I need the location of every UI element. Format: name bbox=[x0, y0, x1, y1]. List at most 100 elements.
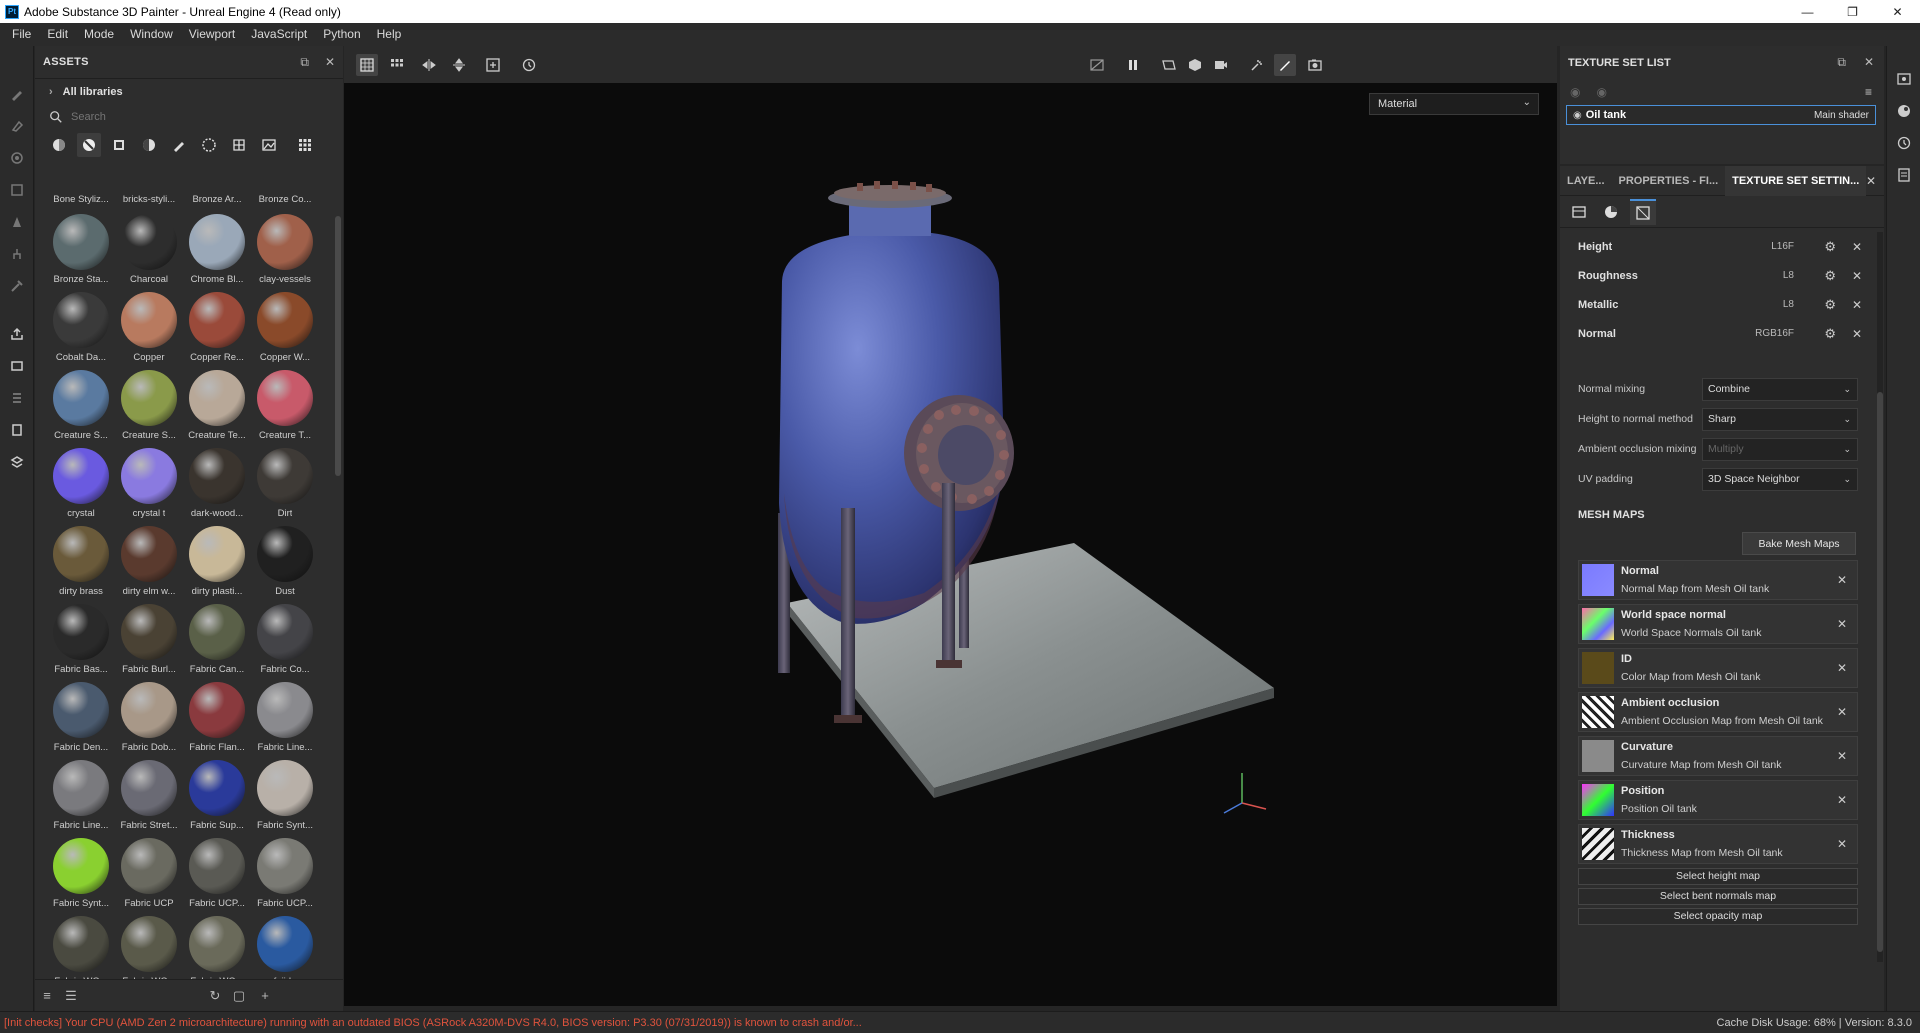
select-height-map-button[interactable]: Select height map bbox=[1578, 868, 1858, 885]
settings-scrollbar[interactable] bbox=[1877, 232, 1883, 962]
gear-icon[interactable]: ⚙ bbox=[1824, 268, 1836, 284]
select-bent-normals-map-button[interactable]: Select bent normals map bbox=[1578, 888, 1858, 905]
asset-item[interactable]: Fabric Sup... bbox=[183, 758, 251, 836]
asset-item[interactable]: Fabric Dob... bbox=[115, 680, 183, 758]
asset-item[interactable]: Fabric Burl... bbox=[115, 602, 183, 680]
asset-item[interactable]: Fabric UCP bbox=[115, 836, 183, 914]
minimize-button[interactable]: — bbox=[1785, 0, 1830, 23]
texture-set-settings-icon[interactable] bbox=[0, 446, 34, 478]
geometry-mask-tool-icon[interactable] bbox=[0, 174, 34, 206]
log-icon[interactable] bbox=[1887, 159, 1920, 191]
save-preset-icon[interactable]: ▢ bbox=[231, 988, 247, 1004]
bake-icon[interactable] bbox=[0, 350, 34, 382]
symmetry-x-icon[interactable] bbox=[418, 54, 440, 76]
remove-channel-icon[interactable]: ✕ bbox=[1852, 240, 1862, 254]
camera-icon[interactable] bbox=[1210, 54, 1232, 76]
asset-item[interactable]: Fabric Line... bbox=[47, 758, 115, 836]
remove-mesh-map-icon[interactable]: ✕ bbox=[1837, 617, 1847, 631]
viewer-settings-icon[interactable] bbox=[1887, 63, 1920, 95]
menu-edit[interactable]: Edit bbox=[39, 23, 76, 46]
asset-item[interactable]: Fabric Stret... bbox=[115, 758, 183, 836]
grid-view-icon[interactable] bbox=[293, 133, 317, 157]
asset-item[interactable]: Dust bbox=[251, 524, 319, 602]
gear-icon[interactable]: ⚙ bbox=[1824, 326, 1836, 342]
normal-mixing-select[interactable]: Combine ⌄ bbox=[1702, 377, 1858, 401]
menu-mode[interactable]: Mode bbox=[76, 23, 122, 46]
asset-item[interactable]: Creature Te... bbox=[183, 368, 251, 446]
gear-icon[interactable]: ⚙ bbox=[1824, 239, 1836, 255]
refresh-icon[interactable]: ↻ bbox=[207, 988, 223, 1004]
3d-view-icon[interactable] bbox=[1184, 54, 1206, 76]
2d-view-icon[interactable] bbox=[1158, 54, 1180, 76]
detail-list-icon[interactable]: ☰ bbox=[63, 988, 79, 1004]
shader-tab-icon[interactable] bbox=[1598, 199, 1624, 225]
scrollbar-thumb[interactable] bbox=[1877, 392, 1883, 952]
remove-channel-icon[interactable]: ✕ bbox=[1852, 269, 1862, 283]
smart-materials-filter-icon[interactable] bbox=[137, 133, 161, 157]
remove-mesh-map-icon[interactable]: ✕ bbox=[1837, 705, 1847, 719]
eraser-tool-icon[interactable] bbox=[0, 110, 34, 142]
asset-item[interactable]: Bronze Sta... bbox=[47, 212, 115, 290]
screenshot-icon[interactable] bbox=[1304, 54, 1326, 76]
close-panel-icon[interactable]: ✕ bbox=[1864, 55, 1874, 70]
close-button[interactable]: ✕ bbox=[1875, 0, 1920, 23]
assets-scrollbar[interactable] bbox=[335, 216, 341, 476]
list-view-icon[interactable]: ≡ bbox=[39, 988, 55, 1004]
paint-brush-tool-icon[interactable] bbox=[0, 78, 34, 110]
remove-mesh-map-icon[interactable]: ✕ bbox=[1837, 661, 1847, 675]
brushes-filter-icon[interactable] bbox=[167, 133, 191, 157]
menu-help[interactable]: Help bbox=[369, 23, 410, 46]
asset-item[interactable]: Charcoal bbox=[115, 212, 183, 290]
asset-item[interactable]: Fabric Co... bbox=[251, 602, 319, 680]
asset-item[interactable]: Copper Re... bbox=[183, 290, 251, 368]
uv-padding-select[interactable]: 3D Space Neighbor ⌄ bbox=[1702, 467, 1858, 491]
materials-filter-icon[interactable] bbox=[77, 133, 101, 157]
asset-item[interactable]: Creature T... bbox=[251, 368, 319, 446]
asset-item[interactable]: crystal bbox=[47, 446, 115, 524]
asset-item[interactable]: dirty plasti... bbox=[183, 524, 251, 602]
channel-format[interactable]: L16F bbox=[1771, 241, 1794, 252]
all-assets-filter-icon[interactable] bbox=[47, 133, 71, 157]
symmetry-y-icon[interactable] bbox=[448, 54, 470, 76]
gear-icon[interactable]: ⚙ bbox=[1824, 297, 1836, 313]
alphas-filter-icon[interactable] bbox=[197, 133, 221, 157]
asset-item[interactable]: dark-wood... bbox=[183, 446, 251, 524]
menu-icon[interactable]: ≡ bbox=[1865, 85, 1872, 99]
height-to-normal-select[interactable]: Sharp ⌄ bbox=[1702, 407, 1858, 431]
asset-item[interactable]: clay-vessels bbox=[251, 212, 319, 290]
shader-settings-icon[interactable] bbox=[0, 414, 34, 446]
remove-mesh-map-icon[interactable]: ✕ bbox=[1837, 573, 1847, 587]
uv-tiles-icon[interactable] bbox=[356, 54, 378, 76]
tab-texture-set-settings[interactable]: TEXTURE SET SETTIN... bbox=[1725, 165, 1867, 196]
asset-item[interactable]: Fabric Line... bbox=[251, 680, 319, 758]
pause-icon[interactable] bbox=[1122, 54, 1144, 76]
mesh-map-row[interactable]: Position Position Oil tank ✕ bbox=[1578, 780, 1858, 820]
export-icon[interactable] bbox=[0, 318, 34, 350]
channel-format[interactable]: RGB16F bbox=[1755, 328, 1794, 339]
clone-tool-icon[interactable] bbox=[0, 238, 34, 270]
asset-item[interactable]: Fabric Synt... bbox=[251, 758, 319, 836]
lighting-icon[interactable] bbox=[1246, 54, 1268, 76]
asset-item[interactable]: Fabric Den... bbox=[47, 680, 115, 758]
smudge-tool-icon[interactable] bbox=[0, 206, 34, 238]
history-panel-icon[interactable] bbox=[1887, 127, 1920, 159]
grunges-filter-icon[interactable] bbox=[227, 133, 251, 157]
asset-item[interactable]: Dirt bbox=[251, 446, 319, 524]
asset-label[interactable]: Bone Styliz... bbox=[47, 194, 115, 205]
maximize-button[interactable]: ❐ bbox=[1830, 0, 1875, 23]
mesh-map-row[interactable]: Normal Normal Map from Mesh Oil tank ✕ bbox=[1578, 560, 1858, 600]
environment-icon[interactable] bbox=[1887, 95, 1920, 127]
asset-item[interactable]: dirty brass bbox=[47, 524, 115, 602]
mesh-map-row[interactable]: Curvature Curvature Map from Mesh Oil tan… bbox=[1578, 736, 1858, 776]
add-icon[interactable]: + bbox=[257, 988, 273, 1004]
texture-set-row[interactable]: ◉ Oil tank Main shader bbox=[1566, 105, 1876, 125]
asset-label[interactable]: Bronze Ar... bbox=[183, 194, 251, 205]
asset-label[interactable]: bricks-styli... bbox=[115, 194, 183, 205]
mesh-map-row[interactable]: Ambient occlusion Ambient Occlusion Map f… bbox=[1578, 692, 1858, 732]
remove-mesh-map-icon[interactable]: ✕ bbox=[1837, 837, 1847, 851]
asset-item[interactable]: Fabric Bas... bbox=[47, 602, 115, 680]
float-panel-icon[interactable]: ⧉ bbox=[1837, 55, 1846, 70]
tile-grid-icon[interactable] bbox=[386, 54, 408, 76]
asset-item[interactable]: crystal t bbox=[115, 446, 183, 524]
menu-window[interactable]: Window bbox=[122, 23, 181, 46]
